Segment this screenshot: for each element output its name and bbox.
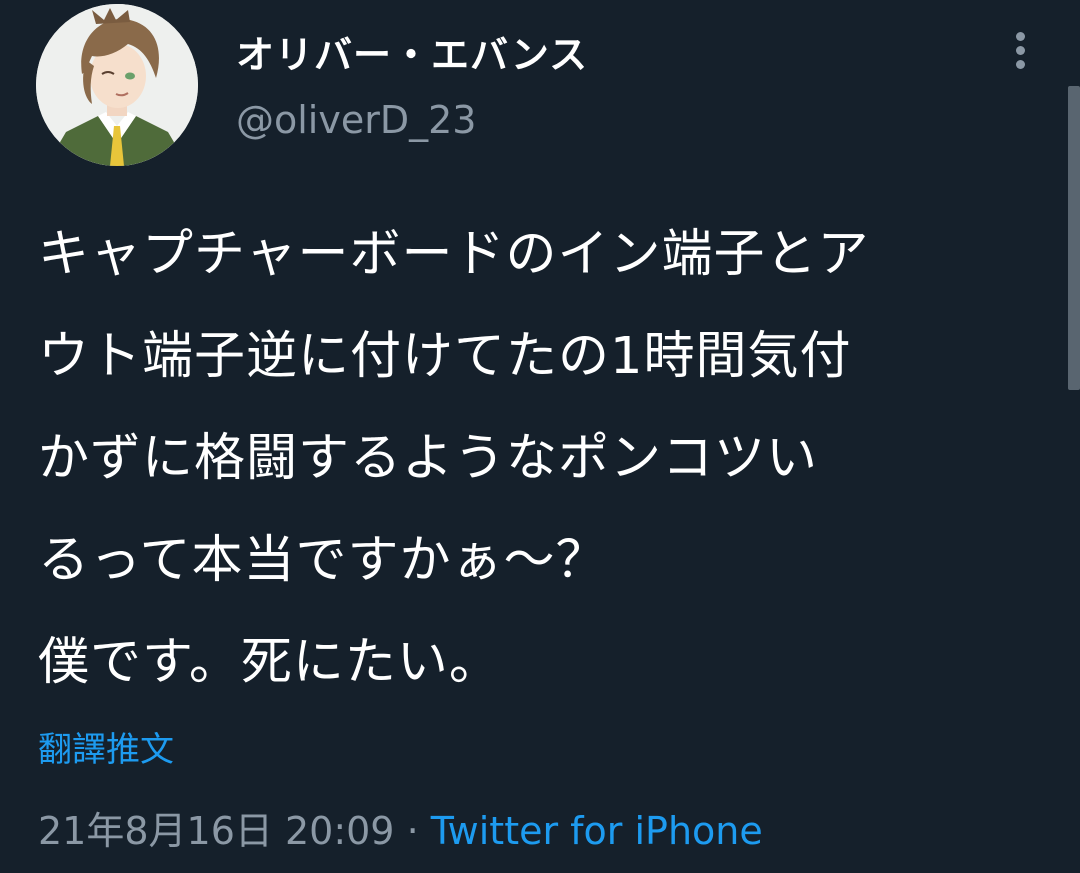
meta-separator: · — [394, 809, 431, 853]
avatar-illustration-icon — [36, 4, 198, 166]
tweet-detail: オリバー・エバンス @oliverD_23 キャプチャーボードのイン端子とア ウ… — [0, 0, 1080, 873]
more-vertical-icon — [1016, 32, 1025, 41]
tweet-timestamp[interactable]: 21年8月16日 20:09 — [38, 809, 394, 853]
tweet-text-line: 僕です。死にたい。 — [38, 633, 501, 692]
more-vertical-icon — [1016, 46, 1025, 55]
tweet-meta: 21年8月16日 20:09 · Twitter for iPhone — [38, 800, 763, 855]
more-options-button[interactable] — [1000, 28, 1040, 72]
author-handle[interactable]: @oliverD_23 — [236, 98, 476, 142]
translate-tweet-link[interactable]: 翻譯推文 — [38, 722, 174, 771]
avatar[interactable] — [36, 4, 198, 166]
author-display-name[interactable]: オリバー・エバンス — [236, 24, 588, 79]
tweet-source-link[interactable]: Twitter for iPhone — [431, 809, 763, 853]
tweet-text: キャプチャーボードのイン端子とア ウト端子逆に付けてたの1時間気付 かずに格闘す… — [38, 204, 1038, 714]
scrollbar-thumb[interactable] — [1068, 86, 1080, 390]
more-vertical-icon — [1016, 60, 1025, 69]
tweet-text-line: るって本当ですかぁ〜？ — [38, 531, 608, 590]
tweet-text-line: ウト端子逆に付けてたの1時間気付 — [38, 327, 852, 386]
tweet-text-line: かずに格闘するようなポンコツい — [38, 429, 819, 488]
tweet-text-line: キャプチャーボードのイン端子とア — [38, 225, 870, 284]
